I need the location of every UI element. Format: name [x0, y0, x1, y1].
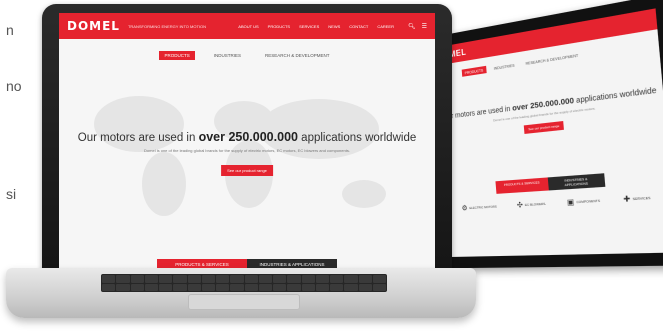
hero-headline-bold: over 250.000.000	[199, 130, 298, 144]
tablet-bottom-tab-products[interactable]: PRODUCTS & SERVICES	[495, 177, 548, 193]
tablet-icon-item[interactable]: ▣ COMPONENTS	[567, 196, 601, 207]
site-header: DOMEL TRANSFORMING ENERGY INTO MOTION AB…	[59, 13, 435, 39]
gear-icon: ⚙	[461, 204, 467, 213]
tab-research[interactable]: RESEARCH & DEVELOPMENT	[260, 51, 335, 60]
tablet-tab-products[interactable]: PRODUCTS	[462, 66, 487, 77]
laptop-screen: DOMEL TRANSFORMING ENERGY INTO MOTION AB…	[59, 13, 435, 270]
fan-icon: ✣	[517, 201, 524, 210]
laptop-base	[6, 268, 476, 318]
component-icon: ▣	[567, 198, 575, 207]
world-map-background	[79, 79, 415, 229]
tablet-bottom-tab-industries[interactable]: INDUSTRIES & APPLICATIONS	[548, 173, 606, 190]
nav-item-products[interactable]: PRODUCTS	[268, 24, 290, 29]
nav-item-contact[interactable]: CONTACT	[349, 24, 368, 29]
site-hero: PRODUCTS INDUSTRIES RESEARCH & DEVELOPME…	[59, 39, 435, 270]
tablet-icon-item[interactable]: ✣ EC BLOWERS	[517, 199, 546, 209]
nav-item-services[interactable]: SERVICES	[299, 24, 319, 29]
side-text-fragment: si	[6, 186, 16, 202]
tablet-bottom-tabs: PRODUCTS & SERVICES INDUSTRIES & APPLICA…	[443, 168, 663, 197]
tablet-screen: DOMEL PRODUCTS INDUSTRIES RESEARCH & DEV…	[433, 8, 663, 257]
tablet-icon-label: SERVICES	[632, 196, 650, 202]
main-nav: ABOUT US PRODUCTS SERVICES NEWS CONTACT …	[238, 24, 394, 29]
tablet-icon-label: EC BLOWERS	[525, 202, 546, 207]
tool-icon: ✚	[623, 194, 631, 204]
tablet-device: DOMEL PRODUCTS INDUSTRIES RESEARCH & DEV…	[421, 0, 663, 268]
tab-products[interactable]: PRODUCTS	[159, 51, 194, 60]
hero-subline: Domel is one of the leading global brand…	[59, 148, 435, 153]
tablet-icon-label: COMPONENTS	[576, 199, 600, 205]
search-icon[interactable]: 🔍︎	[408, 23, 416, 30]
nav-item-career[interactable]: CAREER	[377, 24, 394, 29]
category-tabs: PRODUCTS INDUSTRIES RESEARCH & DEVELOPME…	[59, 51, 435, 60]
tab-industries[interactable]: INDUSTRIES	[209, 51, 246, 60]
tablet-icon-label: ELECTRIC MOTORS	[469, 204, 497, 210]
hero-headline-pre: Our motors are used in	[78, 132, 196, 144]
keyboard	[101, 274, 387, 292]
nav-item-about[interactable]: ABOUT US	[238, 24, 258, 29]
tablet-tab-industries[interactable]: INDUSTRIES	[491, 61, 518, 72]
tablet-icon-item[interactable]: ⚙ ELECTRIC MOTORS	[461, 202, 497, 212]
site-tagline: TRANSFORMING ENERGY INTO MOTION	[128, 24, 238, 29]
side-text-fragment: n	[6, 22, 14, 38]
hero-headline-post: applications worldwide	[301, 132, 416, 144]
trackpad	[188, 294, 300, 310]
laptop-lid: DOMEL TRANSFORMING ENERGY INTO MOTION AB…	[42, 4, 452, 276]
menu-icon[interactable]: ☰	[422, 23, 427, 30]
hero-headline: Our motors are used in over 250.000.000 …	[59, 130, 435, 144]
tablet-icon-item[interactable]: ✚ SERVICES	[623, 193, 651, 204]
nav-item-news[interactable]: NEWS	[328, 24, 340, 29]
tablet-tab-research[interactable]: RESEARCH & DEVELOPMENT	[522, 51, 582, 68]
tablet-icon-row: ⚙ ELECTRIC MOTORS ✣ EC BLOWERS ▣ COMPONE…	[445, 192, 663, 213]
cta-button[interactable]: See our product range	[221, 165, 273, 176]
site-logo[interactable]: DOMEL	[67, 19, 120, 33]
side-text-fragment: no	[6, 78, 22, 94]
tablet-cta-button[interactable]: See our product range	[524, 121, 564, 134]
